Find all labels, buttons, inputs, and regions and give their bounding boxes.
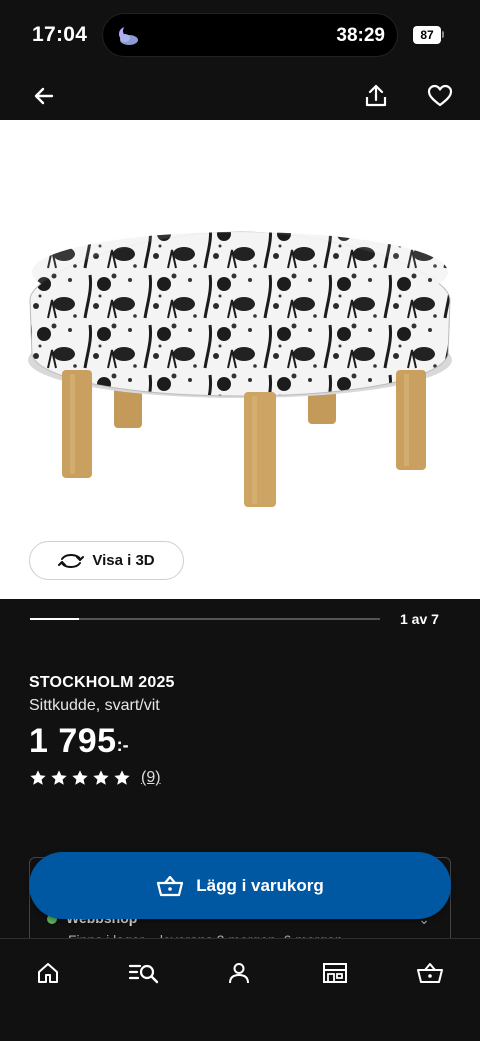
basket-icon	[157, 875, 184, 896]
nav-home[interactable]	[30, 955, 66, 991]
gallery-pager: 1 av 7	[400, 611, 439, 627]
product-image-footstool[interactable]	[20, 220, 460, 520]
gallery-progress-fill	[30, 618, 79, 620]
search-icon	[128, 964, 159, 984]
dynamic-island: 38:29	[102, 13, 398, 57]
favorite-button[interactable]	[420, 76, 460, 116]
nav-profile[interactable]	[221, 955, 257, 991]
bottom-nav	[0, 938, 480, 1041]
heart-icon	[427, 84, 453, 107]
store-icon	[323, 963, 347, 983]
rotate-3d-icon	[58, 553, 85, 568]
arrow-left-icon	[34, 87, 54, 105]
person-icon	[229, 963, 249, 984]
share-button[interactable]	[356, 76, 396, 116]
gallery-progress-track	[30, 618, 380, 620]
view-in-3d-label: Visa i 3D	[92, 552, 155, 569]
star-icon	[72, 770, 88, 785]
star-icon	[93, 770, 109, 785]
share-icon	[365, 84, 387, 107]
app-header	[0, 70, 480, 120]
back-button[interactable]	[24, 76, 64, 116]
nav-cart[interactable]	[412, 955, 448, 991]
status-time: 17:04	[32, 23, 88, 46]
price-integer: 1 795	[29, 722, 117, 760]
product-description: Sittkudde, svart/vit	[29, 697, 160, 714]
rating-stars	[29, 769, 131, 787]
weather-night-icon	[119, 25, 138, 45]
product-gallery[interactable]: Visa i 3D	[0, 120, 480, 599]
nav-search[interactable]	[124, 955, 164, 991]
add-to-cart-label: Lägg i varukorg	[196, 875, 324, 895]
star-icon	[51, 770, 67, 785]
home-icon	[38, 963, 58, 983]
add-to-cart-button[interactable]: Lägg i varukorg	[29, 852, 451, 919]
battery-tip	[442, 31, 444, 38]
view-in-3d-button[interactable]: Visa i 3D	[29, 541, 184, 580]
product-price: 1 795:-	[29, 722, 129, 761]
product-name: STOCKHOLM 2025	[29, 674, 175, 691]
nav-store[interactable]	[317, 955, 353, 991]
status-bar: 17:04 38:29 87	[0, 0, 480, 70]
island-timer: 38:29	[336, 25, 385, 46]
star-icon	[114, 770, 130, 785]
rating-summary[interactable]: (9)	[29, 768, 161, 788]
star-icon	[30, 770, 46, 785]
review-count-link[interactable]: (9)	[141, 769, 161, 787]
basket-icon	[417, 963, 443, 983]
battery-indicator: 87	[413, 26, 441, 44]
price-suffix: :-	[116, 735, 129, 755]
